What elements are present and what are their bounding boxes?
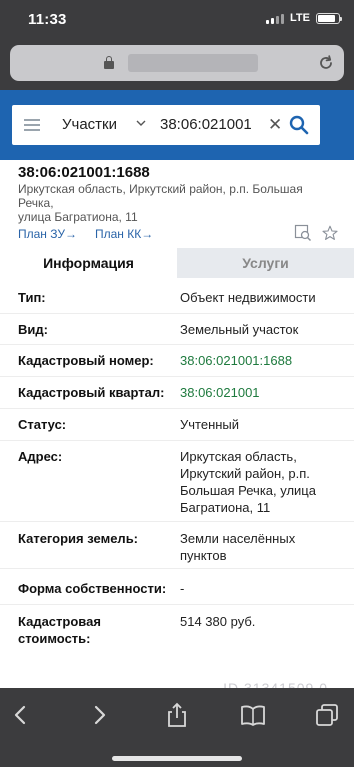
search-type-select[interactable]: Участки: [62, 116, 117, 133]
chevron-down-icon[interactable]: [135, 117, 147, 129]
status-time: 11:33: [28, 11, 67, 28]
detail-label: Кадастровый номер:: [18, 353, 154, 368]
back-icon[interactable]: [8, 702, 34, 728]
detail-value-line: Большая Речка, улица: [180, 483, 316, 498]
detail-label: Категория земель:: [18, 531, 139, 546]
plan-zu-link[interactable]: План ЗУ→: [18, 227, 77, 241]
detail-label: Статус:: [18, 417, 67, 432]
detail-value: 514 380 руб.: [180, 614, 256, 629]
watermark: ID 31341509 0: [223, 680, 328, 688]
plan-links: План ЗУ→ План КК→: [18, 227, 153, 241]
clear-icon[interactable]: ✕: [268, 115, 282, 135]
battery-level: [318, 14, 335, 22]
search-input[interactable]: 38:06:021001: [160, 116, 252, 133]
detail-label: Кадастровая стоимость:: [18, 613, 174, 647]
object-address-line: улица Багратиона, 11: [18, 210, 138, 224]
tabs-icon[interactable]: [314, 702, 340, 728]
object-address-line: Иркутская область, Иркутский район, р.п.…: [18, 182, 303, 210]
detail-value: Учтенный: [180, 417, 240, 432]
cell-signal-icon: [266, 13, 285, 24]
home-indicator: [112, 756, 242, 761]
browser-toolbar: [0, 688, 354, 767]
status-indicators: LTE: [266, 12, 342, 24]
detail-value-line: Земли населённых: [180, 531, 296, 546]
star-icon[interactable]: [322, 225, 338, 241]
detail-value-line: Иркутская область,: [180, 449, 297, 464]
url-text-redacted: [128, 54, 258, 72]
detail-value-line: пунктов: [180, 548, 227, 563]
detail-value-line: Иркутский район, р.п.: [180, 466, 310, 481]
map-search-icon[interactable]: [294, 224, 312, 242]
object-cadastral-number: 38:06:021001:1688: [18, 164, 150, 181]
detail-value-line: Багратиона, 11: [180, 500, 271, 515]
object-address: Иркутская область, Иркутский район, р.п.…: [18, 182, 338, 224]
url-field[interactable]: [10, 45, 344, 81]
tab-information[interactable]: Информация: [0, 248, 177, 278]
web-page: Участки 38:06:021001 ✕ 38:06:021001:1688…: [0, 90, 354, 688]
detail-label: Кадастровый квартал:: [18, 385, 165, 400]
search-icon[interactable]: [288, 114, 310, 136]
status-bar: 11:33 LTE: [0, 0, 354, 38]
search-header: Участки 38:06:021001 ✕: [0, 90, 354, 160]
bookmarks-icon[interactable]: [240, 702, 266, 728]
battery-icon: [316, 12, 342, 24]
detail-label-line: Кадастровая: [18, 614, 101, 629]
detail-label: Тип:: [18, 290, 46, 305]
share-icon[interactable]: [164, 702, 190, 728]
detail-value: -: [180, 581, 185, 596]
detail-value: Земельный участок: [180, 322, 299, 337]
forward-icon[interactable]: [86, 702, 112, 728]
object-actions: [294, 224, 338, 242]
detail-value: Объект недвижимости: [180, 290, 316, 305]
browser-address-bar: [0, 38, 354, 90]
menu-icon[interactable]: [24, 119, 40, 131]
network-type: LTE: [290, 12, 310, 24]
tab-bar: Информация Услуги: [0, 248, 354, 278]
tab-services[interactable]: Услуги: [177, 248, 354, 278]
detail-label: Вид:: [18, 322, 48, 337]
detail-label-line: стоимость:: [18, 631, 91, 646]
detail-value: Земли населённых пунктов: [180, 530, 340, 564]
search-box: Участки 38:06:021001 ✕: [12, 105, 320, 145]
lock-icon: [104, 56, 114, 69]
detail-label: Форма собственности:: [18, 581, 167, 596]
cadastral-quarter-link[interactable]: 38:06:021001: [180, 384, 340, 401]
detail-label: Адрес:: [18, 449, 63, 464]
detail-value: Иркутская область, Иркутский район, р.п.…: [180, 448, 340, 516]
cadastral-number-link[interactable]: 38:06:021001:1688: [180, 352, 340, 369]
reload-icon[interactable]: [316, 53, 336, 73]
plan-kk-link[interactable]: План КК→: [95, 227, 153, 241]
